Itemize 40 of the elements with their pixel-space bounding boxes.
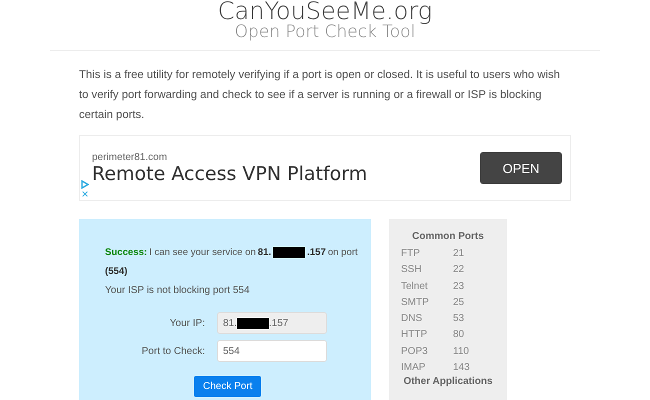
port-number: 143	[453, 361, 471, 376]
status-note: Your ISP is not blocking port 554	[105, 284, 251, 298]
port-number: 53	[453, 312, 466, 326]
ad-headline[interactable]: Remote Access VPN Platform	[92, 162, 480, 184]
site-title: CanYouSeeMe.org	[216, 0, 434, 22]
ip-text: .157	[307, 246, 326, 260]
play-icon[interactable]	[81, 180, 89, 189]
service-name: Telnet	[401, 280, 429, 294]
port-input-field[interactable]: 554	[217, 340, 327, 362]
open-button[interactable]: OPEN	[480, 152, 562, 184]
service-name: HTTP	[401, 328, 428, 342]
field-label: Your IP:	[168, 318, 205, 328]
panel-heading: Other Applications	[402, 376, 494, 388]
service-name: SMTP	[401, 296, 430, 310]
port-number: 23	[453, 280, 466, 294]
service-name: IMAP	[401, 361, 426, 376]
service-name: DNS	[401, 312, 424, 326]
port-number: 22	[453, 263, 466, 278]
panel-heading: Common Ports	[411, 231, 485, 242]
message-text: on port	[328, 246, 358, 260]
site-subtitle: Open Port Check Tool	[234, 22, 416, 42]
ad-domain: perimeter81.com	[92, 152, 168, 162]
port-number: 80	[453, 328, 466, 342]
service-name: FTP	[401, 247, 421, 261]
ip-text: .157	[268, 318, 288, 328]
port-number: 110	[453, 344, 470, 359]
redaction-bar	[236, 318, 269, 328]
check-port-button[interactable]: Check Port	[194, 376, 262, 397]
ip-text: 81.	[223, 318, 237, 328]
message-text: I can see your service on	[149, 246, 256, 260]
service-name: POP3	[401, 344, 429, 359]
field-label: Port to Check:	[140, 346, 205, 356]
service-name: SSH	[401, 263, 423, 278]
port-text: (554)	[105, 265, 128, 279]
ip-text: 81.	[258, 246, 272, 260]
port-number: 25	[453, 296, 466, 310]
intro-paragraph: This is a free utility for remotely verifying if a port is open or closed. It is useful to users who wish to verify port forwarding and check to see if a server is running or a firewall or ISP is blocking certain ports.	[79, 68, 561, 123]
redaction-bar	[273, 247, 306, 258]
port-number: 21	[453, 247, 466, 261]
status-label: Success:	[105, 246, 148, 260]
